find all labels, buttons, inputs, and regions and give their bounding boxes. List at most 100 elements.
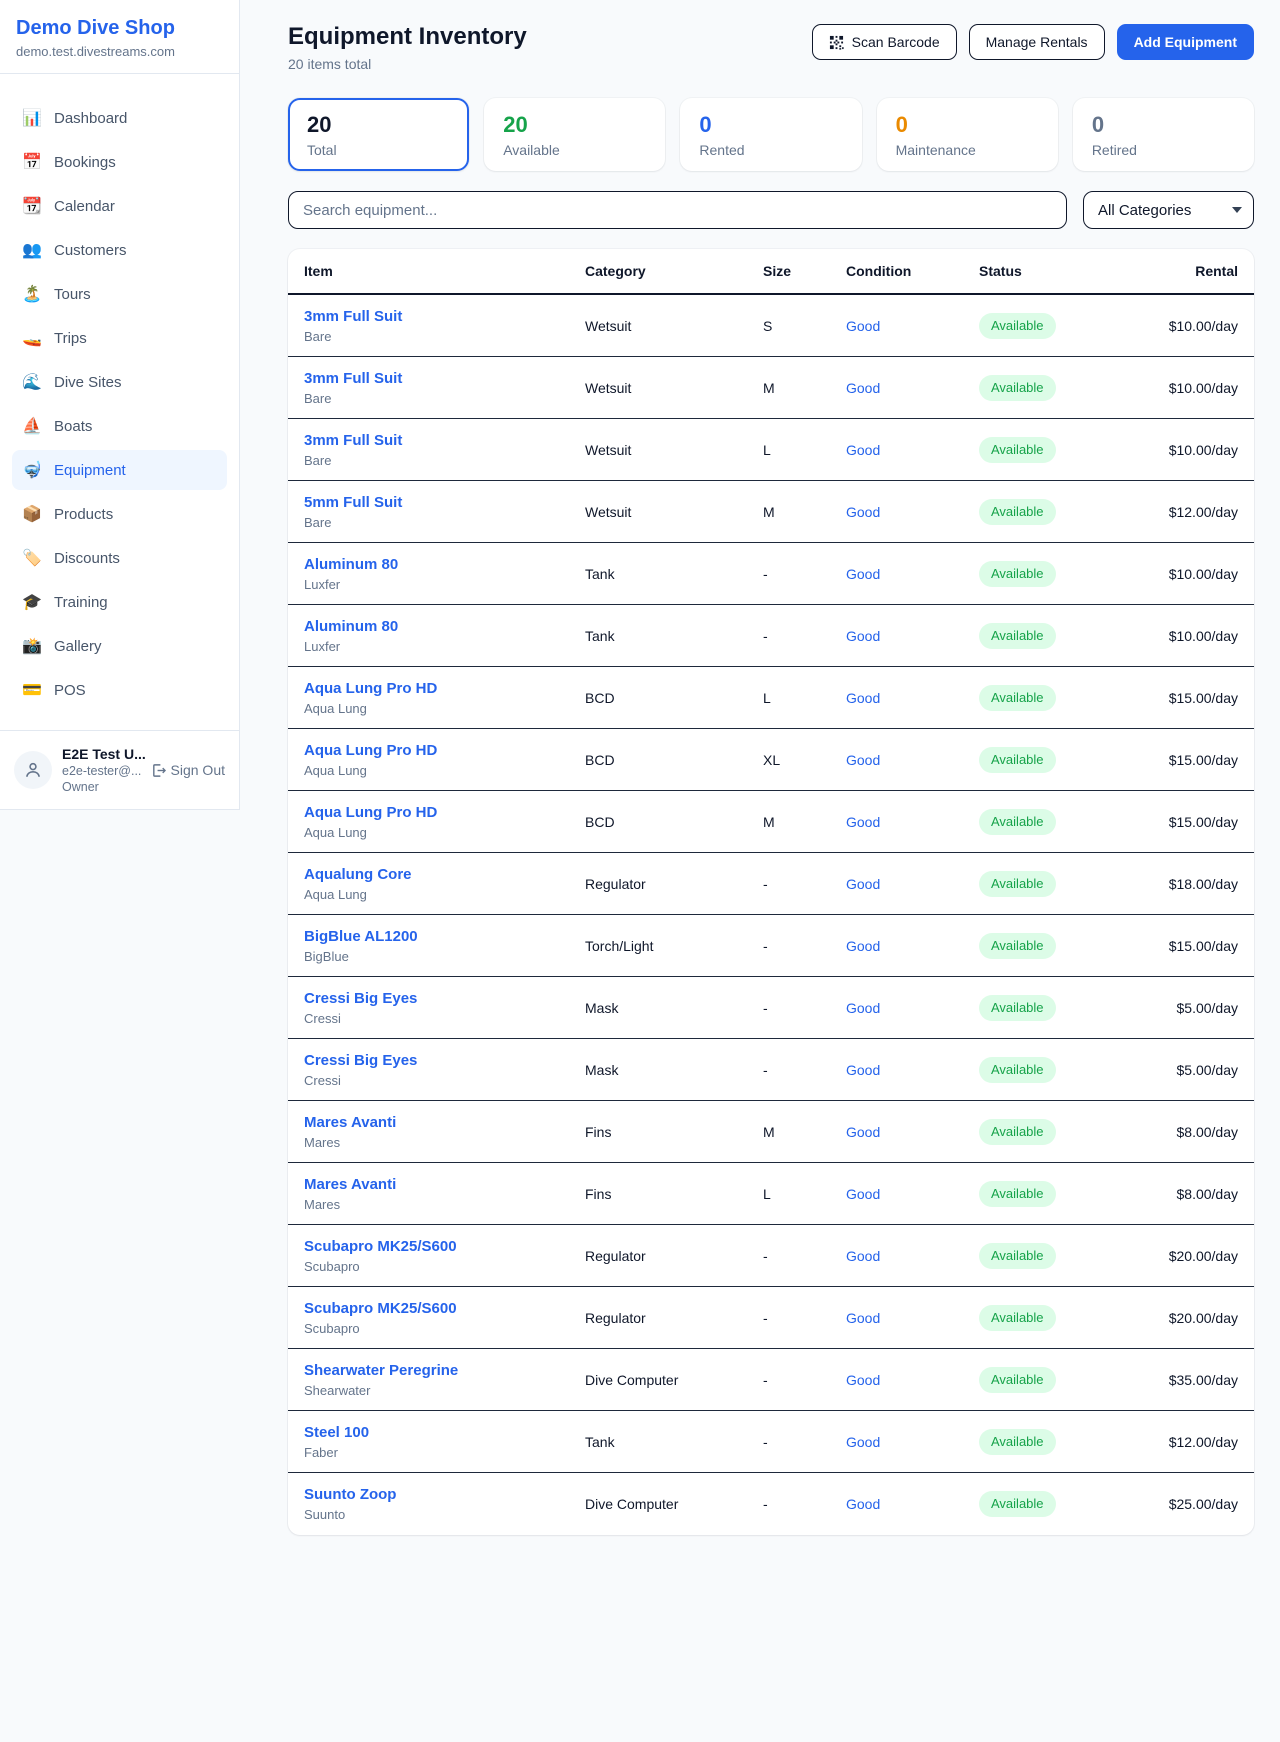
item-name-link[interactable]: Aqua Lung Pro HD	[304, 804, 437, 821]
item-name-link[interactable]: Scubapro MK25/S600	[304, 1300, 457, 1317]
table-row: Aluminum 80LuxferTank-GoodAvailable$10.0…	[288, 543, 1254, 605]
category-cell: Tank	[585, 566, 763, 582]
size-cell: -	[763, 876, 846, 892]
condition-link[interactable]: Good	[846, 566, 880, 582]
sidebar-item-products[interactable]: 📦Products	[12, 494, 227, 534]
item-name-link[interactable]: Aqua Lung Pro HD	[304, 680, 437, 697]
status-cell: Available	[979, 809, 1169, 835]
condition-cell: Good	[846, 1372, 979, 1388]
condition-link[interactable]: Good	[846, 1372, 880, 1388]
trips-icon: 🚤	[22, 328, 42, 348]
stat-card-rented[interactable]: 0Rented	[680, 98, 861, 171]
condition-link[interactable]: Good	[846, 1000, 880, 1016]
sidebar-item-training[interactable]: 🎓Training	[12, 582, 227, 622]
condition-link[interactable]: Good	[846, 1434, 880, 1450]
status-badge: Available	[979, 1181, 1056, 1207]
condition-link[interactable]: Good	[846, 752, 880, 768]
stat-card-available[interactable]: 20Available	[484, 98, 665, 171]
items-total-count: 20 items total	[288, 56, 527, 72]
condition-link[interactable]: Good	[846, 938, 880, 954]
sidebar-item-tours[interactable]: 🏝️Tours	[12, 274, 227, 314]
item-brand: BigBlue	[304, 948, 585, 965]
condition-link[interactable]: Good	[846, 690, 880, 706]
sidebar-item-gallery[interactable]: 📸Gallery	[12, 626, 227, 666]
condition-link[interactable]: Good	[846, 1310, 880, 1326]
condition-link[interactable]: Good	[846, 876, 880, 892]
item-name-link[interactable]: Steel 100	[304, 1424, 369, 1441]
rental-cell: $10.00/day	[1169, 628, 1238, 644]
item-name-link[interactable]: Suunto Zoop	[304, 1486, 396, 1503]
condition-link[interactable]: Good	[846, 1248, 880, 1264]
condition-link[interactable]: Good	[846, 1496, 880, 1512]
stat-card-total[interactable]: 20Total	[288, 98, 469, 171]
sidebar-nav: 📊Dashboard📅Bookings📆Calendar👥Customers🏝️…	[0, 74, 239, 730]
table-row: 3mm Full SuitBareWetsuitLGoodAvailable$1…	[288, 419, 1254, 481]
item-name-link[interactable]: 3mm Full Suit	[304, 432, 402, 449]
sidebar-item-customers[interactable]: 👥Customers	[12, 230, 227, 270]
status-cell: Available	[979, 1243, 1169, 1269]
sidebar-item-equipment[interactable]: 🤿Equipment	[12, 450, 227, 490]
stat-card-retired[interactable]: 0Retired	[1073, 98, 1254, 171]
item-name-link[interactable]: Aluminum 80	[304, 618, 398, 635]
boats-icon: ⛵	[22, 416, 42, 436]
item-brand: Scubapro	[304, 1320, 585, 1337]
item-name-link[interactable]: Mares Avanti	[304, 1114, 396, 1131]
condition-link[interactable]: Good	[846, 318, 880, 334]
rental-cell: $12.00/day	[1169, 504, 1238, 520]
sidebar-item-dashboard[interactable]: 📊Dashboard	[12, 98, 227, 138]
item-brand: Cressi	[304, 1072, 585, 1089]
column-header-item: Item	[304, 263, 585, 279]
item-name-link[interactable]: 3mm Full Suit	[304, 370, 402, 387]
item-name-link[interactable]: 5mm Full Suit	[304, 494, 402, 511]
item-brand: Scubapro	[304, 1258, 585, 1275]
item-brand: Aqua Lung	[304, 700, 585, 717]
sidebar-item-trips[interactable]: 🚤Trips	[12, 318, 227, 358]
sidebar-item-bookings[interactable]: 📅Bookings	[12, 142, 227, 182]
condition-cell: Good	[846, 938, 979, 954]
size-cell: S	[763, 318, 846, 334]
manage-rentals-button[interactable]: Manage Rentals	[969, 24, 1105, 60]
condition-link[interactable]: Good	[846, 1124, 880, 1140]
item-name-link[interactable]: Cressi Big Eyes	[304, 1052, 417, 1069]
sidebar-item-discounts[interactable]: 🏷️Discounts	[12, 538, 227, 578]
condition-link[interactable]: Good	[846, 628, 880, 644]
size-cell: M	[763, 504, 846, 520]
sidebar-item-pos[interactable]: 💳POS	[12, 670, 227, 710]
item-name-link[interactable]: Shearwater Peregrine	[304, 1362, 458, 1379]
item-name-link[interactable]: Cressi Big Eyes	[304, 990, 417, 1007]
sidebar-item-dive-sites[interactable]: 🌊Dive Sites	[12, 362, 227, 402]
status-badge: Available	[979, 1119, 1056, 1145]
sidebar-item-calendar[interactable]: 📆Calendar	[12, 186, 227, 226]
condition-link[interactable]: Good	[846, 814, 880, 830]
status-badge: Available	[979, 809, 1056, 835]
category-cell: Tank	[585, 628, 763, 644]
search-input[interactable]	[288, 191, 1067, 229]
item-brand: Cressi	[304, 1010, 585, 1027]
category-cell: Tank	[585, 1434, 763, 1450]
category-cell: Wetsuit	[585, 442, 763, 458]
condition-link[interactable]: Good	[846, 1186, 880, 1202]
category-select[interactable]: All Categories	[1083, 191, 1254, 229]
add-equipment-button[interactable]: Add Equipment	[1117, 24, 1254, 60]
sign-out-button[interactable]: Sign Out	[151, 762, 225, 778]
item-name-link[interactable]: BigBlue AL1200	[304, 928, 418, 945]
scan-barcode-button[interactable]: Scan Barcode	[812, 24, 957, 60]
category-cell: Regulator	[585, 876, 763, 892]
stat-card-maintenance[interactable]: 0Maintenance	[877, 98, 1058, 171]
status-badge: Available	[979, 1243, 1056, 1269]
rental-cell: $20.00/day	[1169, 1248, 1238, 1264]
condition-link[interactable]: Good	[846, 504, 880, 520]
condition-cell: Good	[846, 628, 979, 644]
item-name-link[interactable]: Aqua Lung Pro HD	[304, 742, 437, 759]
item-name-link[interactable]: Mares Avanti	[304, 1176, 396, 1193]
condition-link[interactable]: Good	[846, 1062, 880, 1078]
item-name-link[interactable]: Aluminum 80	[304, 556, 398, 573]
condition-link[interactable]: Good	[846, 380, 880, 396]
table-row: Aqua Lung Pro HDAqua LungBCDLGoodAvailab…	[288, 667, 1254, 729]
item-name-link[interactable]: Aqualung Core	[304, 866, 412, 883]
condition-link[interactable]: Good	[846, 442, 880, 458]
item-name-link[interactable]: 3mm Full Suit	[304, 308, 402, 325]
sidebar-item-boats[interactable]: ⛵Boats	[12, 406, 227, 446]
condition-cell: Good	[846, 814, 979, 830]
item-name-link[interactable]: Scubapro MK25/S600	[304, 1238, 457, 1255]
